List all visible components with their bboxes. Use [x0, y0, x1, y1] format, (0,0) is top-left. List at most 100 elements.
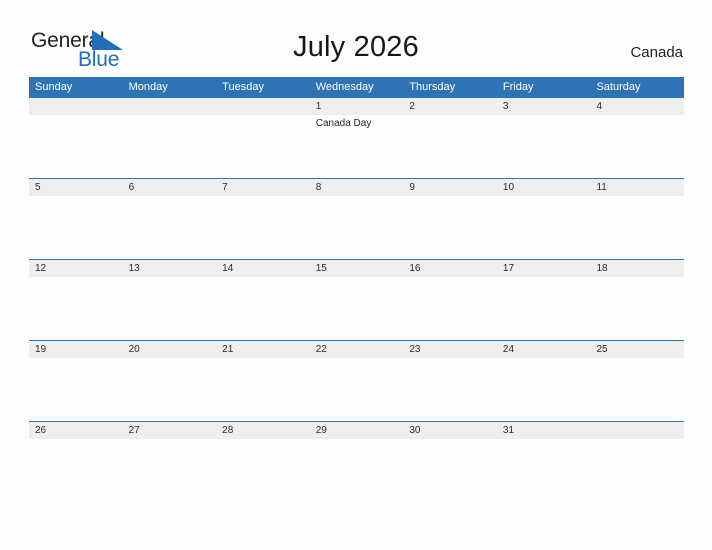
- day-number[interactable]: 21: [216, 341, 310, 358]
- day-cell[interactable]: [403, 439, 497, 502]
- day-cell: [590, 439, 684, 502]
- calendar-week-row: 26 27 28 29 30 31: [29, 421, 684, 502]
- day-number[interactable]: 26: [29, 422, 123, 439]
- day-number[interactable]: 16: [403, 260, 497, 277]
- page-header: General Blue July 2026 Canada: [0, 0, 712, 76]
- day-number[interactable]: 19: [29, 341, 123, 358]
- day-cell: [29, 115, 123, 178]
- day-number[interactable]: 10: [497, 179, 591, 196]
- day-cell[interactable]: [310, 196, 404, 259]
- day-number[interactable]: 15: [310, 260, 404, 277]
- day-cell[interactable]: [497, 115, 591, 178]
- day-number[interactable]: 6: [123, 179, 217, 196]
- day-number[interactable]: 17: [497, 260, 591, 277]
- day-number[interactable]: 8: [310, 179, 404, 196]
- day-cell[interactable]: [590, 277, 684, 340]
- day-event: Canada Day: [315, 118, 372, 129]
- day-cell[interactable]: [216, 196, 310, 259]
- day-cell[interactable]: [590, 115, 684, 178]
- day-number[interactable]: 2: [403, 98, 497, 115]
- weekday-header-wednesday: Wednesday: [315, 81, 374, 93]
- week-body: [29, 439, 684, 502]
- day-number[interactable]: 25: [590, 341, 684, 358]
- day-cell[interactable]: [403, 115, 497, 178]
- day-number[interactable]: 9: [403, 179, 497, 196]
- week-body: [29, 358, 684, 421]
- day-cell[interactable]: [123, 439, 217, 502]
- week-date-band: 26 27 28 29 30 31: [29, 422, 684, 439]
- day-number[interactable]: 4: [590, 98, 684, 115]
- day-number[interactable]: 23: [403, 341, 497, 358]
- calendar-page: General Blue July 2026 Canada Sunday Mon…: [0, 0, 712, 550]
- page-title: July 2026: [293, 31, 419, 63]
- day-cell[interactable]: [590, 196, 684, 259]
- day-cell[interactable]: [403, 358, 497, 421]
- weekday-header-monday: Monday: [128, 81, 168, 93]
- day-number-empty: [590, 422, 684, 439]
- calendar-week-row: 19 20 21 22 23 24 25: [29, 340, 684, 421]
- week-body: Canada Day: [29, 115, 684, 178]
- week-date-band: 5 6 7 8 9 10 11: [29, 179, 684, 196]
- day-number[interactable]: 1: [310, 98, 404, 115]
- day-number[interactable]: 12: [29, 260, 123, 277]
- weekday-header-friday: Friday: [502, 81, 534, 93]
- day-cell[interactable]: [216, 439, 310, 502]
- day-cell: [216, 115, 310, 178]
- weekday-header-thursday: Thursday: [409, 81, 456, 93]
- day-number[interactable]: 3: [497, 98, 591, 115]
- day-number[interactable]: 14: [216, 260, 310, 277]
- calendar-grid: Sunday Monday Tuesday Wednesday Thursday…: [29, 77, 684, 502]
- weekday-header-sunday: Sunday: [35, 81, 73, 93]
- day-cell[interactable]: [29, 358, 123, 421]
- day-cell[interactable]: [29, 439, 123, 502]
- week-date-band: 1234: [29, 98, 684, 115]
- weekday-header-row: Sunday Monday Tuesday Wednesday Thursday…: [29, 77, 684, 98]
- day-cell[interactable]: [590, 358, 684, 421]
- calendar-week-row: 1 2 3 4 Canada Day: [29, 98, 684, 178]
- day-cell[interactable]: [497, 196, 591, 259]
- day-cell[interactable]: [403, 277, 497, 340]
- day-cell[interactable]: [310, 439, 404, 502]
- day-number[interactable]: 24: [497, 341, 591, 358]
- day-number[interactable]: 18: [590, 260, 684, 277]
- day-number[interactable]: 28: [216, 422, 310, 439]
- day-cell[interactable]: Canada Day: [310, 115, 404, 178]
- day-cell[interactable]: [123, 277, 217, 340]
- day-cell[interactable]: [497, 277, 591, 340]
- day-cell[interactable]: [310, 358, 404, 421]
- calendar-weeks: 1 2 3 4 Canada Day 5 6 7 8 9 10 11 12 13 14 15 16 17 18 19 2…: [29, 98, 684, 502]
- day-number[interactable]: 7: [216, 179, 310, 196]
- weekday-header-saturday: Saturday: [596, 81, 641, 93]
- day-number[interactable]: 20: [123, 341, 217, 358]
- day-number[interactable]: 30: [403, 422, 497, 439]
- day-cell[interactable]: [216, 277, 310, 340]
- country-label: Canada: [630, 44, 683, 61]
- day-cell[interactable]: [123, 196, 217, 259]
- week-body: [29, 196, 684, 259]
- day-cell[interactable]: [497, 358, 591, 421]
- day-cell: [123, 115, 217, 178]
- day-number[interactable]: 22: [310, 341, 404, 358]
- day-cell[interactable]: [29, 277, 123, 340]
- day-cell[interactable]: [216, 358, 310, 421]
- day-number[interactable]: 27: [123, 422, 217, 439]
- day-cell[interactable]: [403, 196, 497, 259]
- day-number[interactable]: 5: [29, 179, 123, 196]
- day-cell[interactable]: [29, 196, 123, 259]
- day-number[interactable]: 11: [590, 179, 684, 196]
- day-number-empty: [29, 98, 123, 115]
- day-cell[interactable]: [123, 358, 217, 421]
- day-number-empty: [123, 98, 217, 115]
- week-date-band: 19 20 21 22 23 24 25: [29, 341, 684, 358]
- week-body: [29, 277, 684, 340]
- day-cell[interactable]: [310, 277, 404, 340]
- day-number-empty: [216, 98, 310, 115]
- day-number[interactable]: 31: [497, 422, 591, 439]
- weekday-header-tuesday: Tuesday: [222, 81, 264, 93]
- day-number[interactable]: 13: [123, 260, 217, 277]
- week-date-band: 12 13 14 15 16 17 18: [29, 260, 684, 277]
- day-cell[interactable]: [497, 439, 591, 502]
- day-number[interactable]: 29: [310, 422, 404, 439]
- calendar-week-row: 12 13 14 15 16 17 18: [29, 259, 684, 340]
- calendar-week-row: 5 6 7 8 9 10 11: [29, 178, 684, 259]
